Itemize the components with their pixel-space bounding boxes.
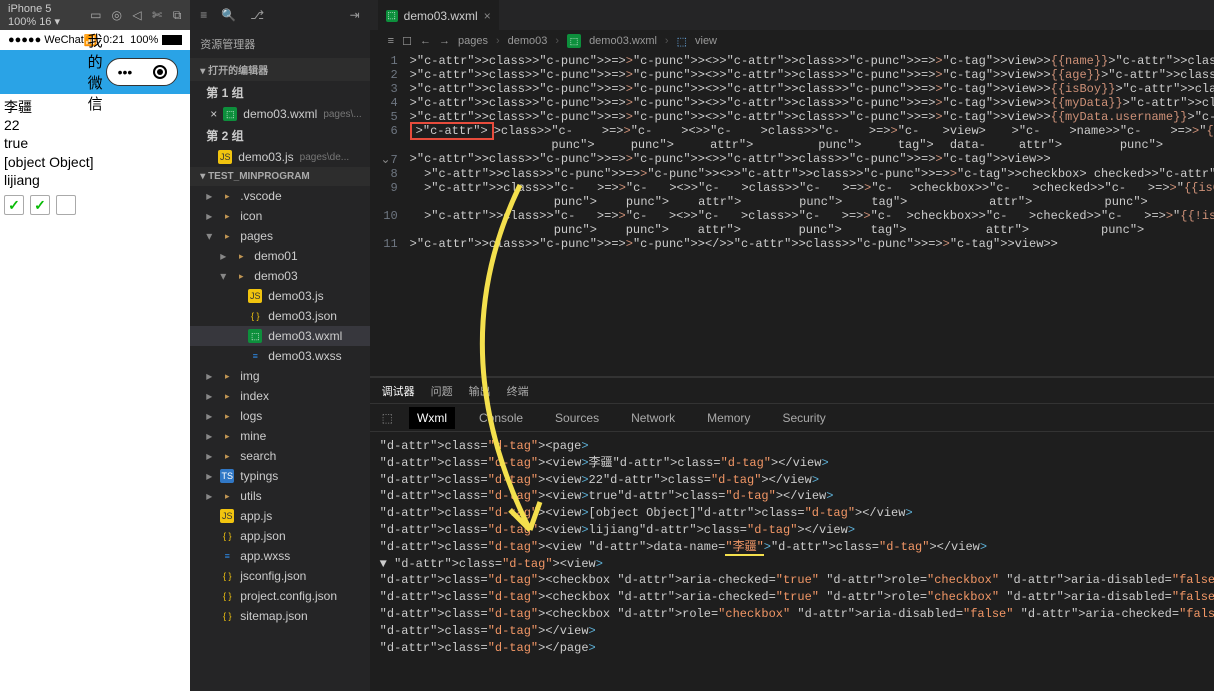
devtools-tab-wxml[interactable]: Wxml <box>409 407 455 429</box>
carrier-label: ●●●●● WeChat <box>8 34 84 46</box>
group-header: 第 1 组 <box>190 81 369 104</box>
devtools-tab-security[interactable]: Security <box>774 407 833 429</box>
list-icon[interactable]: ≡ <box>200 8 207 22</box>
tree-item-project.config.json[interactable]: { } project.config.json <box>190 586 369 606</box>
devtools-tab-network[interactable]: Network <box>623 407 683 429</box>
tree-item-pages[interactable]: ▾▸ pages <box>190 226 369 246</box>
panel-tabs: 调试器 问题 输出 终端 <box>370 378 1214 404</box>
phone-screen: ●●●●● WeChat📶 0:21 100% 我的微信 ••• 李疆 22 t… <box>0 30 190 691</box>
miniapp-header: 我的微信 ••• <box>0 50 190 94</box>
breadcrumb[interactable]: ≡ ☐ ← → pages› demo03› ⬚demo03.wxml› ⬚vi… <box>370 30 1214 52</box>
explorer-title: 资源管理器 <box>190 30 369 58</box>
tree-item-img[interactable]: ▸▸ img <box>190 366 369 386</box>
editor-pane-wxml: ⬚demo03.wxml× ▥ ⋯ ≡ ☐ ← → pages› demo03›… <box>370 0 1214 376</box>
text-line: lijiang <box>4 171 186 189</box>
cut-icon[interactable]: ✄ <box>152 7 162 23</box>
tree-item-icon[interactable]: ▸▸ icon <box>190 206 369 226</box>
wxml-icon: ⬚ <box>223 107 237 121</box>
back-icon[interactable]: ← <box>420 35 431 47</box>
tree-item-app.wxss[interactable]: ≡ app.wxss <box>190 546 369 566</box>
more-icon[interactable]: ••• <box>118 64 133 80</box>
debug-panel: 调试器 问题 输出 终端 ⬚ Wxml Console Sources Netw… <box>370 377 1214 691</box>
battery-icon <box>162 35 182 45</box>
close-icon[interactable]: × <box>484 9 491 23</box>
checkbox[interactable] <box>56 195 76 215</box>
collapse-icon[interactable]: ⇥ <box>350 8 360 22</box>
devtools-tabs: ⬚ Wxml Console Sources Network Memory Se… <box>370 404 1214 432</box>
tree-item-index[interactable]: ▸▸ index <box>190 386 369 406</box>
dom-inspector[interactable]: "d-attr">class="d-tag"><page> "d-attr">c… <box>370 432 1214 662</box>
text-line: 22 <box>4 116 186 134</box>
bookmark-icon[interactable]: ☐ <box>402 35 412 48</box>
tree-item-mine[interactable]: ▸▸ mine <box>190 426 369 446</box>
tree-item-demo03.json[interactable]: { } demo03.json <box>190 306 369 326</box>
open-editors-header[interactable]: ▾ 打开的编辑器 <box>190 58 369 81</box>
forward-icon[interactable]: → <box>439 35 450 47</box>
list-icon[interactable]: ≡ <box>388 35 394 47</box>
close-capsule-icon[interactable] <box>153 65 167 79</box>
inspect-icon[interactable]: ⬚ <box>382 411 393 425</box>
tree-item-typings[interactable]: ▸TS typings <box>190 466 369 486</box>
mute-icon[interactable]: ◁ <box>132 7 142 23</box>
code-editor[interactable]: 1>"c-attr">>class>>"c-punc">>=>>"c-punc"… <box>370 52 1214 253</box>
editor-area: ⬚demo03.wxml× ▥ ⋯ ≡ ☐ ← → pages› demo03›… <box>370 0 1214 691</box>
simulator-panel: iPhone 5 100% 16 ▾ ▭ ◎ ◁ ✄ ⧉ ●●●●● WeCha… <box>0 0 190 691</box>
devtools-tab-console[interactable]: Console <box>471 407 531 429</box>
devtools-tab-sources[interactable]: Sources <box>547 407 607 429</box>
sidebar-actions: ≡ 🔍 ⎇ ⇥ <box>190 0 369 30</box>
search-icon[interactable]: 🔍 <box>221 8 236 22</box>
open-editor-item[interactable]: × ⬚ demo03.wxml pages\... <box>190 104 369 124</box>
record-icon[interactable]: ◎ <box>111 7 121 23</box>
battery-label: 100% <box>130 34 158 46</box>
tab-wxml[interactable]: ⬚demo03.wxml× <box>378 0 499 30</box>
capsule-buttons[interactable]: ••• <box>106 58 178 86</box>
tree-item-demo03[interactable]: ▾▸ demo03 <box>190 266 369 286</box>
simulator-toolbar: iPhone 5 100% 16 ▾ ▭ ◎ ◁ ✄ ⧉ <box>0 0 190 30</box>
checkbox[interactable] <box>30 195 50 215</box>
tree-item-sitemap.json[interactable]: { } sitemap.json <box>190 606 369 626</box>
project-header[interactable]: ▾ TEST_MINPROGRAM <box>190 167 369 186</box>
popup-icon[interactable]: ⧉ <box>172 7 182 23</box>
text-line: [object Object] <box>4 153 186 171</box>
tree-item-app.json[interactable]: { } app.json <box>190 526 369 546</box>
checkbox[interactable] <box>4 195 24 215</box>
panel-tab-problems[interactable]: 问题 <box>431 383 453 399</box>
wxml-icon: ⬚ <box>386 10 398 22</box>
explorer-panel: ≡ 🔍 ⎇ ⇥ 资源管理器 ▾ 打开的编辑器 第 1 组 × ⬚ demo03.… <box>190 0 369 691</box>
editor-tabs: ⬚demo03.wxml× ▥ ⋯ <box>370 0 1214 30</box>
panel-tab-terminal[interactable]: 终端 <box>507 383 529 399</box>
close-icon[interactable]: × <box>210 107 217 121</box>
tree-item-search[interactable]: ▸▸ search <box>190 446 369 466</box>
tree-item-demo03.wxml[interactable]: ⬚ demo03.wxml <box>190 326 369 346</box>
panel-tab-output[interactable]: 输出 <box>469 383 491 399</box>
tree-item-demo03.wxss[interactable]: ≡ demo03.wxss <box>190 346 369 366</box>
text-line: 李疆 <box>4 98 186 116</box>
tree-item-demo01[interactable]: ▸▸ demo01 <box>190 246 369 266</box>
rotate-icon[interactable]: ▭ <box>90 7 101 23</box>
tree-item-.vscode[interactable]: ▸▸ .vscode <box>190 186 369 206</box>
miniapp-page: 李疆 22 true [object Object] lijiang <box>0 94 190 219</box>
symbol-icon: ⬚ <box>677 35 687 48</box>
tree-item-logs[interactable]: ▸▸ logs <box>190 406 369 426</box>
tree-item-demo03.js[interactable]: JS demo03.js <box>190 286 369 306</box>
panel-tab-debugger[interactable]: 调试器 <box>382 383 415 399</box>
wxml-icon: ⬚ <box>567 34 581 48</box>
tree-item-utils[interactable]: ▸▸ utils <box>190 486 369 506</box>
tree-item-jsconfig.json[interactable]: { } jsconfig.json <box>190 566 369 586</box>
tree-item-app.js[interactable]: JS app.js <box>190 506 369 526</box>
device-selector[interactable]: iPhone 5 100% 16 ▾ <box>8 3 70 28</box>
text-line: true <box>4 134 186 152</box>
devtools-tab-memory[interactable]: Memory <box>699 407 758 429</box>
group-header: 第 2 组 <box>190 124 369 147</box>
js-icon: JS <box>218 150 232 164</box>
branch-icon[interactable]: ⎇ <box>250 8 264 22</box>
open-editor-item[interactable]: JS demo03.js pages\de... <box>190 147 369 167</box>
